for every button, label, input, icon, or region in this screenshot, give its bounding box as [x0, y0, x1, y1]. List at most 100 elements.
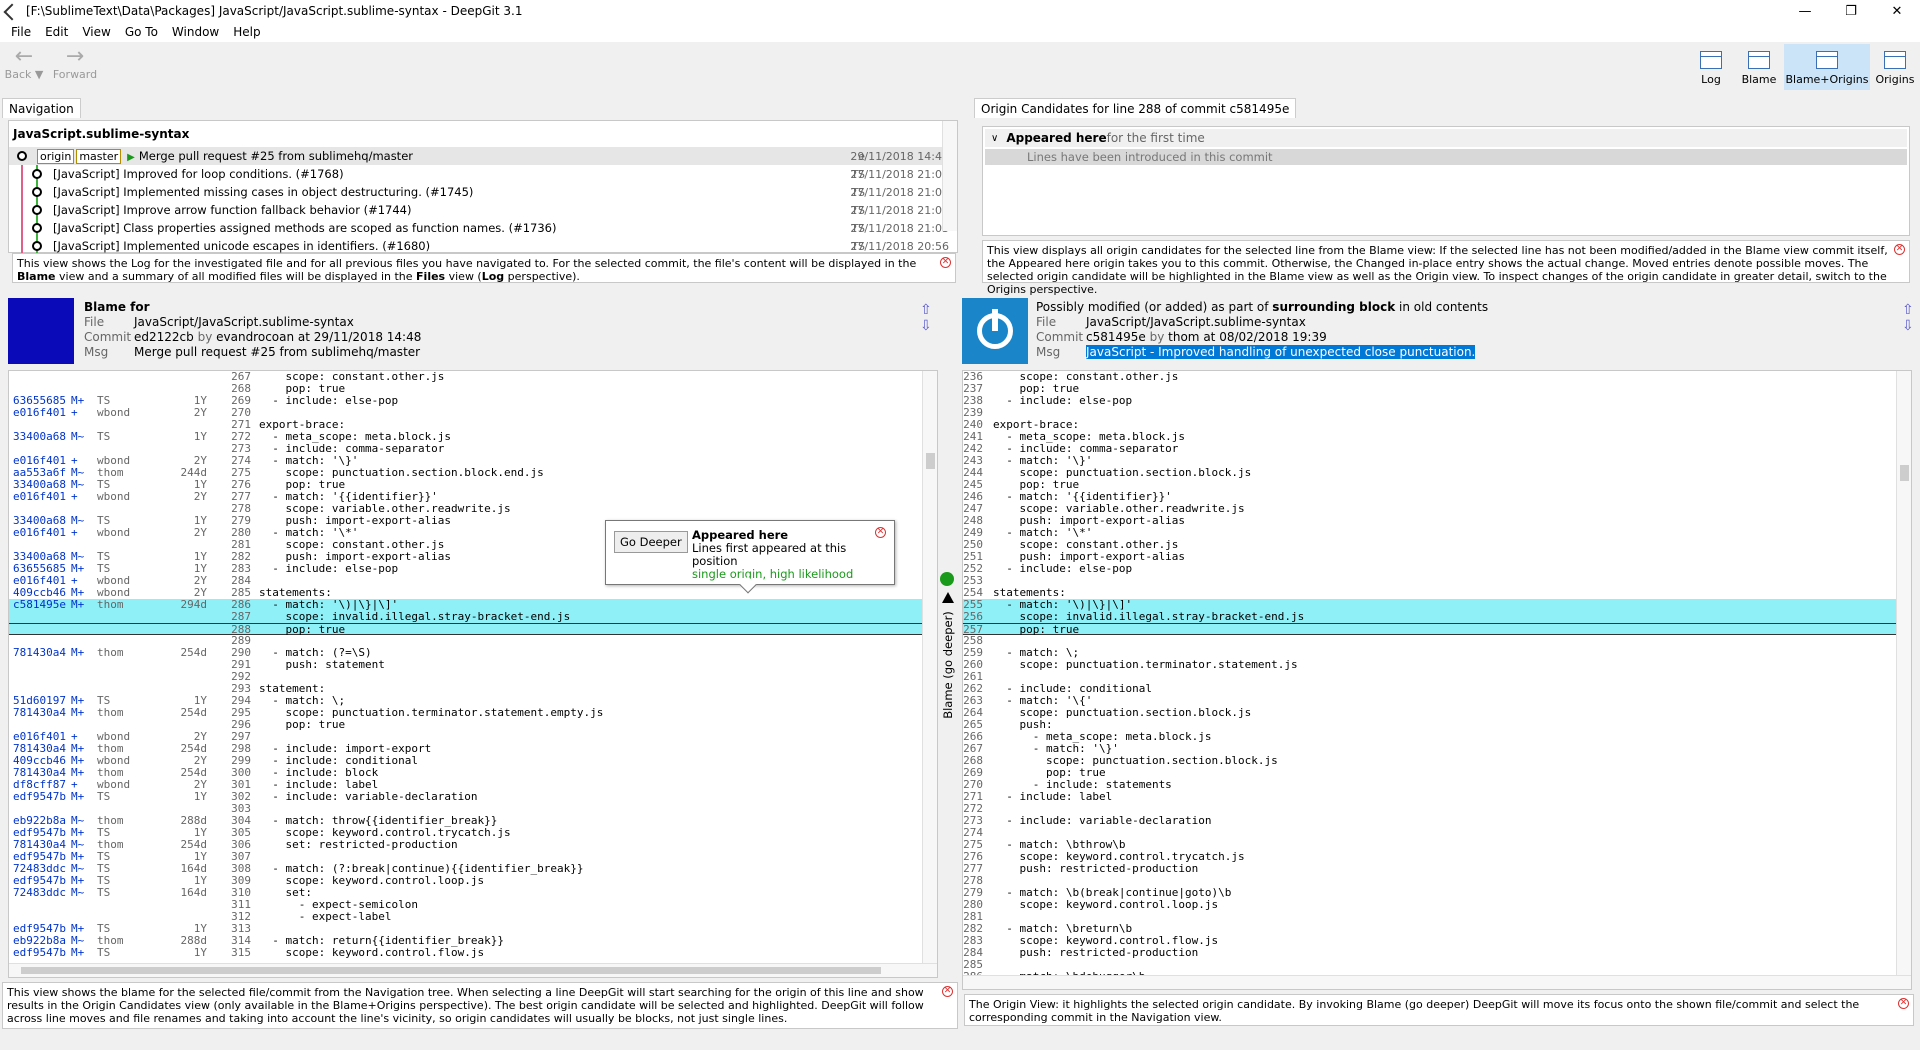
- blame-line[interactable]: 289: [9, 635, 923, 647]
- commit-hash[interactable]: 781430a4: [9, 707, 71, 719]
- blame-line[interactable]: 311 - expect-semicolon: [9, 899, 923, 911]
- origin-hscrollbar[interactable]: [963, 975, 1911, 989]
- commit-hash[interactable]: [9, 611, 71, 623]
- commit-hash[interactable]: 781430a4: [9, 647, 71, 659]
- origin-code-view[interactable]: 236 scope: constant.other.js 237 pop: tru…: [962, 370, 1912, 990]
- menu-help[interactable]: Help: [226, 25, 267, 39]
- blame-line[interactable]: 278 scope: variable.other.readwrite.js: [9, 503, 923, 515]
- blame-line[interactable]: e016f401 + wbond 2Y 270: [9, 407, 923, 419]
- minimize-button[interactable]: —: [1782, 0, 1828, 22]
- origin-line[interactable]: 264 scope: punctuation.section.block.js: [963, 707, 1897, 719]
- commit-hash[interactable]: [9, 899, 71, 911]
- commit-hash[interactable]: e016f401: [9, 527, 71, 539]
- view-origins-button[interactable]: Origins: [1872, 44, 1918, 90]
- close-icon[interactable]: ✕: [875, 527, 886, 538]
- close-icon[interactable]: ✕: [940, 257, 951, 268]
- menu-file[interactable]: File: [4, 25, 38, 39]
- origin-line[interactable]: 236 scope: constant.other.js: [963, 371, 1897, 383]
- blame-line[interactable]: edf9547b M+ TS 1Y 302 - include: variable-de…: [9, 791, 923, 803]
- origin-line[interactable]: 260 scope: punctuation.terminator.statem…: [963, 659, 1897, 671]
- origin-msg-selected[interactable]: JavaScript - Improved handling of unexpe…: [1086, 345, 1476, 359]
- commit-hash[interactable]: 72483ddc: [9, 887, 71, 899]
- blame-line[interactable]: 271 export-brace:: [9, 419, 923, 431]
- commit-row[interactable]: [JavaScript] Improved for loop condition…: [9, 165, 957, 183]
- commit-hash[interactable]: [9, 624, 71, 634]
- origin-line[interactable]: 262 - include: conditional: [963, 683, 1897, 695]
- go-deeper-button[interactable]: Go Deeper: [614, 531, 688, 553]
- commit-hash[interactable]: edf9547b: [9, 791, 71, 803]
- navigation-scrollbar[interactable]: [942, 121, 957, 231]
- view-blame-origins-button[interactable]: Blame+Origins: [1784, 44, 1870, 90]
- arrow-up-icon[interactable]: ⇧: [920, 302, 932, 318]
- origin-line[interactable]: 256 scope: invalid.illegal.stray-bracket…: [963, 611, 1897, 623]
- origin-line[interactable]: 244 scope: punctuation.section.block.js: [963, 467, 1897, 479]
- origin-line[interactable]: 258: [963, 635, 1897, 647]
- tab-navigation[interactable]: Navigation: [2, 98, 81, 118]
- origin-line[interactable]: 271 - include: label: [963, 791, 1897, 803]
- blame-line[interactable]: edf9547b M+ TS 1Y 315 scope: keyword.control…: [9, 947, 923, 959]
- menu-edit[interactable]: Edit: [38, 25, 75, 39]
- origin-line[interactable]: 242 - include: comma-separator: [963, 443, 1897, 455]
- origin-line[interactable]: 284 push: restricted-production: [963, 947, 1897, 959]
- blame-line[interactable]: 409ccb46 M+ wbond 2Y 299 - include: conditio…: [9, 755, 923, 767]
- blame-line[interactable]: 33400a68 M~ TS 1Y 276 pop: true: [9, 479, 923, 491]
- maximize-button[interactable]: ❐: [1828, 0, 1874, 22]
- commit-hash[interactable]: 33400a68: [9, 431, 71, 443]
- commit-row[interactable]: [JavaScript] Improve arrow function fall…: [9, 201, 957, 219]
- blame-line[interactable]: 781430a4 M+ thom 254d 298 - include: import-…: [9, 743, 923, 755]
- appeared-here-item[interactable]: Lines have been introduced in this commi…: [985, 149, 1907, 165]
- origin-line[interactable]: 273 - include: variable-declaration: [963, 815, 1897, 827]
- appeared-here-group[interactable]: ∨ Appeared here for the first time: [985, 129, 1907, 147]
- blame-line[interactable]: 296 pop: true: [9, 719, 923, 731]
- commit-row[interactable]: origin master ▶ Merge pull request #25 from…: [9, 147, 957, 165]
- blame-line[interactable]: 781430a4 M+ thom 254d 295 scope: punctuation…: [9, 707, 923, 719]
- blame-line[interactable]: aa553a6f M~ thom 244d 275 scope: punctuation…: [9, 467, 923, 479]
- origin-line[interactable]: 280 scope: keyword.control.loop.js: [963, 899, 1897, 911]
- menu-window[interactable]: Window: [165, 25, 226, 39]
- close-icon[interactable]: ✕: [942, 986, 953, 997]
- arrow-up-icon[interactable]: ⇧: [1902, 302, 1914, 318]
- view-log-button[interactable]: Log: [1692, 44, 1730, 90]
- blame-line[interactable]: edf9547b M+ TS 1Y 309 scope: keyword.control…: [9, 875, 923, 887]
- origin-line[interactable]: 252 - include: else-pop: [963, 563, 1897, 575]
- blame-line[interactable]: 781430a4 M+ thom 254d 290 - match: (?=\S): [9, 647, 923, 659]
- close-icon[interactable]: ✕: [1894, 244, 1905, 255]
- commit-hash[interactable]: [9, 371, 71, 383]
- view-blame-button[interactable]: Blame: [1736, 44, 1782, 90]
- blame-hscrollbar[interactable]: [9, 963, 937, 977]
- blame-line[interactable]: 268 pop: true: [9, 383, 923, 395]
- blame-line[interactable]: 72483ddc M~ TS 164d 310 set:: [9, 887, 923, 899]
- blame-code-view[interactable]: 267 scope: constant.other.js 268 pop: tru…: [8, 370, 938, 978]
- commit-hash[interactable]: [9, 659, 71, 671]
- close-icon[interactable]: ✕: [1898, 998, 1909, 1009]
- close-button[interactable]: ✕: [1874, 0, 1920, 22]
- origin-line[interactable]: 257 pop: true: [963, 623, 1897, 636]
- origin-line[interactable]: 238 - include: else-pop: [963, 395, 1897, 407]
- blame-line[interactable]: 267 scope: constant.other.js: [9, 371, 923, 383]
- origin-line[interactable]: 248 push: import-export-alias: [963, 515, 1897, 527]
- blame-line[interactable]: 287 scope: invalid.illegal.stray-bracket…: [9, 611, 923, 623]
- blame-line[interactable]: 33400a68 M~ TS 1Y 272 - meta_scope: meta.blo…: [9, 431, 923, 443]
- origin-line[interactable]: 277 push: restricted-production: [963, 863, 1897, 875]
- commit-row[interactable]: [JavaScript] Class properties assigned m…: [9, 219, 957, 237]
- origin-line[interactable]: 239: [963, 407, 1897, 419]
- origin-vscrollbar[interactable]: [1896, 371, 1911, 977]
- triangle-up-icon[interactable]: [942, 592, 954, 603]
- commit-hash[interactable]: e016f401: [9, 491, 71, 503]
- blame-vscrollbar[interactable]: [922, 371, 937, 965]
- blame-line[interactable]: edf9547b M+ TS 1Y 305 scope: keyword.control…: [9, 827, 923, 839]
- blame-line[interactable]: 781430a4 M+ thom 254d 300 - include: block: [9, 767, 923, 779]
- commit-hash[interactable]: c581495e: [9, 599, 71, 611]
- blame-line[interactable]: 292: [9, 671, 923, 683]
- blame-line[interactable]: 409ccb46 M+ wbond 2Y 285 statements:: [9, 587, 923, 599]
- arrow-down-icon[interactable]: ⇩: [1902, 318, 1914, 334]
- blame-line[interactable]: 63655685 M+ TS 1Y 269 - include: else-pop: [9, 395, 923, 407]
- commit-hash[interactable]: edf9547b: [9, 947, 71, 959]
- blame-line[interactable]: 288 pop: true: [9, 623, 923, 636]
- blame-line[interactable]: 781430a4 M~ thom 254d 306 set: restricted-pr…: [9, 839, 923, 851]
- blame-line[interactable]: 291 push: statement: [9, 659, 923, 671]
- arrow-down-icon[interactable]: ⇩: [920, 318, 932, 334]
- menu-view[interactable]: View: [75, 25, 117, 39]
- blame-line[interactable]: e016f401 + wbond 2Y 297: [9, 731, 923, 743]
- commit-hash[interactable]: [9, 671, 71, 683]
